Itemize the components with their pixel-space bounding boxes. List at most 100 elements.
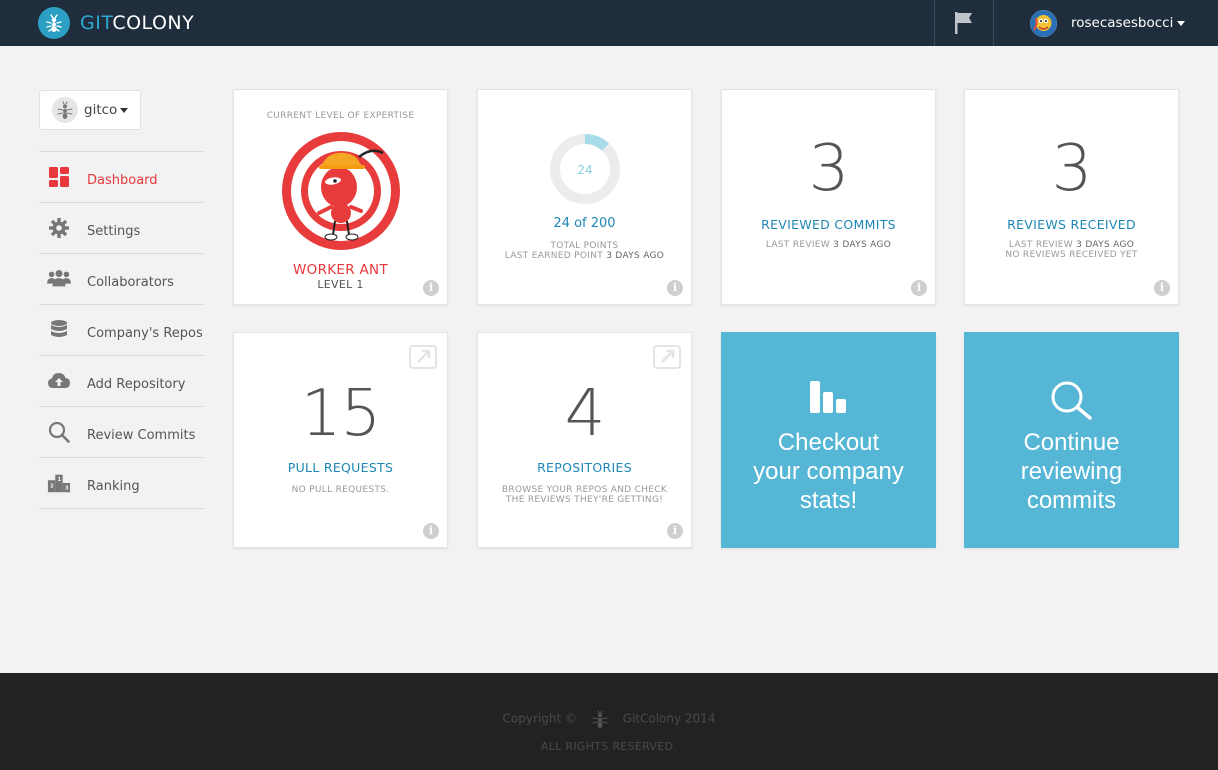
users-icon: [47, 267, 71, 291]
last-review-value: 3 DAYS AGO: [1076, 240, 1135, 250]
top-bar: GITCOLONY rosecasesbocci: [0, 0, 1218, 46]
continue-reviewing-cta[interactable]: Continue reviewing commits: [964, 332, 1179, 548]
user-avatar: [1030, 9, 1057, 37]
stats-cta-line3: stats!: [799, 487, 858, 514]
sidebar-item-add-repository[interactable]: Add Repository: [39, 356, 204, 407]
last-earned-value: 3 DAYS AGO: [606, 251, 665, 261]
info-icon[interactable]: i: [423, 280, 439, 296]
bar-chart-icon: [810, 381, 846, 413]
reviewed-commits-title: REVIEWED COMMITS: [761, 217, 896, 232]
sidebar-nav: Dashboard Settings Collaborators Company…: [39, 151, 204, 509]
user-menu[interactable]: rosecasesbocci: [1030, 9, 1186, 37]
level-number: LEVEL 1: [317, 278, 364, 291]
podium-icon: 12 3: [47, 471, 71, 495]
chevron-down-icon: [120, 107, 129, 113]
points-label: TOTAL POINTS: [550, 241, 619, 251]
copyright: Copyright © GitColony 2014: [0, 709, 1218, 729]
database-icon: [47, 318, 71, 342]
pull-requests-title: PULL REQUESTS: [287, 460, 394, 475]
share-arrow-icon[interactable]: [653, 345, 681, 369]
reviews-received-count: 3: [1051, 132, 1093, 206]
sidebar-item-label: Collaborators: [87, 274, 174, 290]
copyright-suffix: GitColony 2014: [622, 711, 716, 726]
reviews-received-title: REVIEWS RECEIVED: [1007, 217, 1136, 232]
last-earned: LAST EARNED POINT 3 DAYS AGO: [478, 251, 691, 261]
brand-colony: COLONY: [112, 12, 195, 34]
last-review-value: 3 DAYS AGO: [833, 240, 892, 250]
sidebar-item-company-repos[interactable]: Company's Repos: [39, 305, 204, 356]
share-arrow-icon[interactable]: [409, 345, 437, 369]
last-review-received: LAST REVIEW 3 DAYS AGO: [965, 240, 1178, 250]
gitcolony-logo[interactable]: GITCOLONY: [38, 7, 194, 39]
sidebar-item-settings[interactable]: Settings: [39, 203, 204, 254]
sidebar-item-collaborators[interactable]: Collaborators: [39, 254, 204, 305]
reviewed-commits-card: 3 REVIEWED COMMITS LAST REVIEW 3 DAYS AG…: [721, 89, 936, 305]
repositories-card: 4 REPOSITORIES BROWSE YOUR REPOS AND CHE…: [477, 332, 692, 548]
level-name: WORKER ANT: [293, 262, 388, 278]
rights-reserved: ALL RIGHTS RESERVED.: [540, 740, 678, 753]
info-icon[interactable]: i: [667, 523, 683, 539]
worker-ant-badge: [281, 132, 400, 250]
chevron-down-icon: [1177, 20, 1186, 26]
user-name: rosecasesbocci: [1071, 15, 1174, 31]
no-reviews-note: NO REVIEWS RECEIVED YET: [1005, 250, 1138, 260]
review-cta-text: Continue reviewing commits: [965, 428, 1178, 515]
reviews-received-card: 3 REVIEWS RECEIVED LAST REVIEW 3 DAYS AG…: [964, 89, 1179, 305]
repositories-note-line1: BROWSE YOUR REPOS AND CHECK: [501, 485, 668, 495]
pull-requests-note: NO PULL REQUESTS.: [291, 485, 390, 495]
search-icon: [47, 420, 71, 444]
info-icon[interactable]: i: [1154, 280, 1170, 296]
pull-requests-card: 15 PULL REQUESTS NO PULL REQUESTS. i: [233, 332, 448, 548]
info-icon[interactable]: i: [667, 280, 683, 296]
sidebar-item-ranking[interactable]: 12 3 Ranking: [39, 458, 204, 509]
organization-switcher[interactable]: gitco: [39, 90, 141, 130]
last-earned-prefix: LAST EARNED POINT: [504, 251, 604, 261]
repositories-count: 4: [564, 377, 606, 451]
stats-cta-line2: your company: [753, 458, 904, 485]
info-icon[interactable]: i: [423, 523, 439, 539]
dashboard-icon: [47, 165, 71, 189]
sidebar-item-label: Dashboard: [87, 172, 158, 188]
svg-text:3: 3: [65, 485, 69, 491]
stats-cta-line1: Checkout: [777, 429, 880, 456]
pull-requests-count: 15: [300, 377, 381, 451]
sidebar-item-label: Review Commits: [87, 427, 196, 443]
notifications-flag-button[interactable]: [934, 0, 994, 46]
sidebar-item-review-commits[interactable]: Review Commits: [39, 407, 204, 458]
sidebar-item-label: Settings: [87, 223, 141, 239]
ant-logo-icon: [38, 7, 70, 39]
sidebar-item-dashboard[interactable]: Dashboard: [39, 152, 204, 203]
cloud-upload-icon: [47, 369, 71, 393]
stats-cta-text: Checkout your company stats!: [722, 428, 935, 515]
sidebar-item-label: Ranking: [87, 478, 140, 494]
points-progress-ring: 24: [549, 134, 620, 204]
last-review-prefix: LAST REVIEW: [1008, 240, 1073, 250]
points-summary: 24 of 200: [553, 216, 616, 231]
brand-name: GITCOLONY: [80, 12, 194, 34]
review-cta-line1: Continue: [1023, 429, 1120, 456]
svg-text:2: 2: [50, 484, 54, 490]
expertise-card: CURRENT LEVEL OF EXPERTISE WORKER ANT LE…: [233, 89, 448, 305]
sidebar-item-label: Add Repository: [87, 376, 186, 392]
ant-logo-icon: [592, 710, 608, 728]
org-avatar-icon: [52, 97, 78, 123]
last-review: LAST REVIEW 3 DAYS AGO: [722, 240, 935, 250]
points-card: 24 24 of 200 TOTAL POINTS LAST EARNED PO…: [477, 89, 692, 305]
flag-icon: [955, 12, 972, 34]
svg-text:1: 1: [57, 477, 61, 483]
gear-icon: [47, 216, 71, 240]
company-stats-cta[interactable]: Checkout your company stats!: [721, 332, 936, 548]
sidebar-item-label: Company's Repos: [87, 325, 203, 341]
expertise-heading: CURRENT LEVEL OF EXPERTISE: [266, 111, 415, 121]
org-name: gitco: [84, 102, 118, 118]
reviewed-commits-count: 3: [808, 132, 850, 206]
info-icon[interactable]: i: [911, 280, 927, 296]
repositories-title: REPOSITORIES: [537, 460, 632, 475]
brand-git: GIT: [80, 12, 113, 34]
last-review-prefix: LAST REVIEW: [765, 240, 830, 250]
copyright-prefix: Copyright ©: [502, 711, 577, 726]
repositories-note-line2: THE REVIEWS THEY'RE GETTING!: [505, 495, 664, 505]
ring-value: 24: [577, 163, 592, 177]
review-cta-line3: commits: [1026, 487, 1117, 514]
search-icon: [1051, 381, 1092, 420]
